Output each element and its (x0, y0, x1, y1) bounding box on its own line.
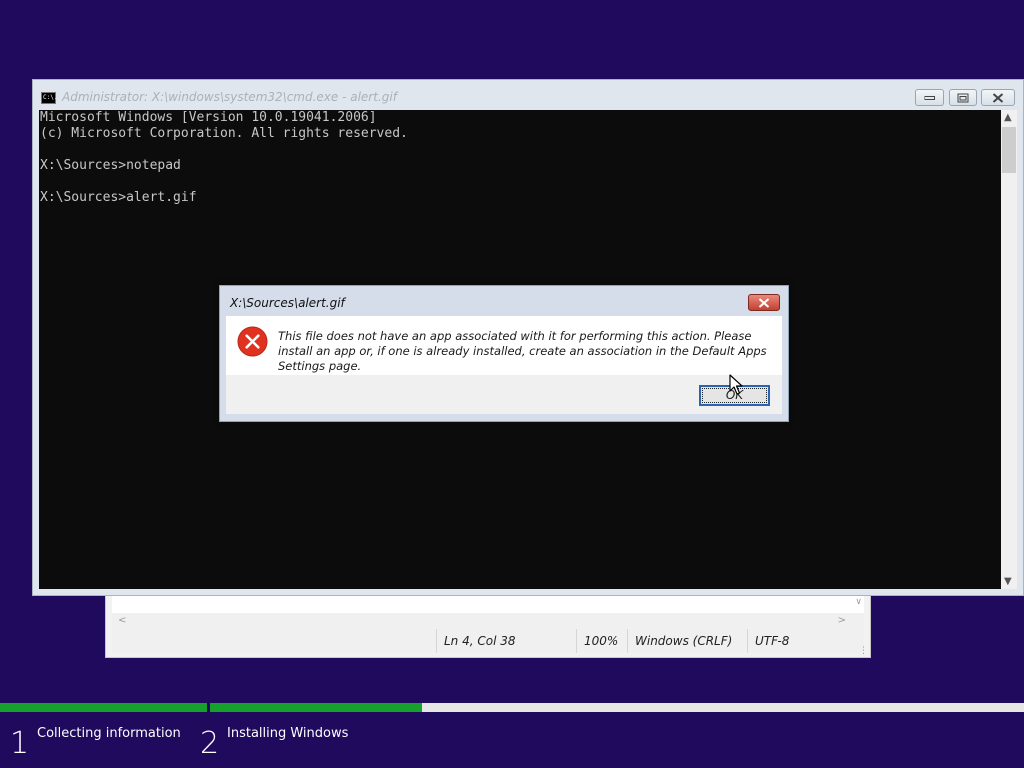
progress-bar-installing (210, 703, 1024, 712)
progress-fill (0, 703, 207, 712)
status-encoding: UTF-8 (747, 629, 864, 653)
step-number: 2 (200, 726, 220, 761)
close-icon (758, 298, 770, 307)
error-message: This file does not have an app associate… (278, 329, 767, 373)
close-button[interactable] (981, 89, 1015, 106)
dialog-body: This file does not have an app associate… (226, 316, 782, 414)
dialog-close-button[interactable] (748, 294, 780, 311)
progress-bar-collecting (0, 703, 207, 712)
notepad-edit-area[interactable] (112, 595, 864, 613)
status-line-col: Ln 4, Col 38 (436, 629, 576, 653)
step-number: 1 (10, 726, 30, 761)
notepad-horizontal-scrollbar[interactable]: < > (112, 613, 864, 629)
console-line: (c) Microsoft Corporation. All rights re… (40, 126, 408, 141)
progress-fill (210, 703, 422, 712)
scroll-down-arrow-icon[interactable]: ▼ (1004, 576, 1012, 587)
resize-grip-icon[interactable]: ⋮ (859, 646, 868, 656)
status-line-ending: Windows (CRLF) (627, 629, 747, 653)
status-zoom: 100% (576, 629, 627, 653)
cmd-window-title: Administrator: X:\windows\system32\cmd.e… (62, 90, 397, 104)
scrollbar-thumb[interactable] (1002, 127, 1016, 173)
step-label: Collecting information (37, 726, 181, 741)
notepad-status-bar: Ln 4, Col 38 100% Windows (CRLF) UTF-8 (112, 629, 864, 653)
cmd-vertical-scrollbar[interactable]: ▲ ▼ (1001, 110, 1017, 589)
scroll-up-arrow-icon[interactable]: ▲ (1004, 112, 1012, 123)
restore-button[interactable] (949, 89, 977, 106)
error-dialog: X:\Sources\alert.gif This file does not … (219, 285, 789, 422)
dialog-title: X:\Sources\alert.gif (230, 296, 345, 310)
console-line: X:\Sources>notepad (40, 158, 181, 173)
console-line: Microsoft Windows [Version 10.0.19041.20… (40, 110, 377, 125)
step-label: Installing Windows (227, 726, 349, 741)
notepad-window: ∨ < > Ln 4, Col 38 100% Windows (CRLF) U… (105, 594, 871, 658)
restore-icon (957, 93, 969, 102)
dialog-content: This file does not have an app associate… (226, 316, 782, 375)
scroll-down-arrow-icon[interactable]: ∨ (855, 597, 862, 607)
cmd-app-icon: C:\. (41, 92, 57, 104)
scroll-left-arrow-icon[interactable]: < (118, 615, 126, 626)
setup-progress (0, 703, 1024, 712)
close-icon (992, 93, 1004, 102)
console-line: X:\Sources>alert.gif (40, 190, 197, 205)
scroll-right-arrow-icon[interactable]: > (838, 615, 846, 626)
error-icon (237, 326, 268, 357)
minimize-button[interactable] (915, 89, 944, 106)
cmd-titlebar[interactable]: C:\. Administrator: X:\windows\system32\… (33, 80, 1023, 110)
mouse-pointer-icon (729, 374, 743, 395)
minimize-icon (924, 95, 935, 100)
